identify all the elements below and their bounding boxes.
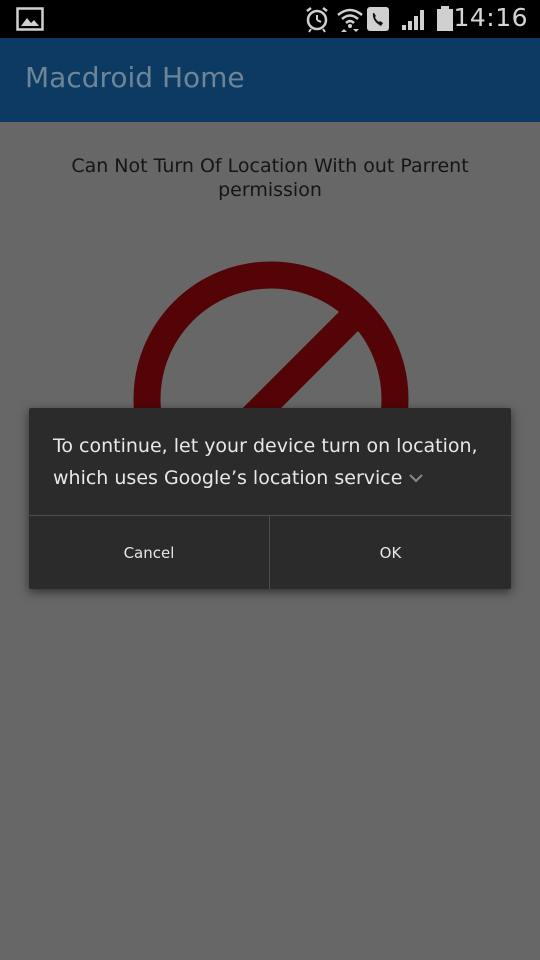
status-bar: 14:16 [0,0,540,38]
gallery-icon [16,6,44,32]
chevron-down-icon[interactable] [408,461,424,493]
permission-message: Can Not Turn Of Location With out Parren… [71,155,469,201]
app-title: Macdroid Home [25,61,245,94]
status-time: 14:16 [453,3,528,32]
battery-icon [436,5,454,33]
ok-button[interactable]: OK [270,516,511,589]
cancel-button[interactable]: Cancel [29,516,269,589]
wifi-icon [336,5,364,33]
cancel-button-label: Cancel [123,543,175,562]
ok-button-label: OK [379,543,402,562]
phone-icon [366,5,390,33]
signal-icon [398,7,428,31]
app-bar: Macdroid Home [0,38,540,122]
dialog-message: To continue, let your device turn on loc… [53,430,493,494]
location-dialog: To continue, let your device turn on loc… [29,408,511,589]
alarm-icon [304,5,330,33]
